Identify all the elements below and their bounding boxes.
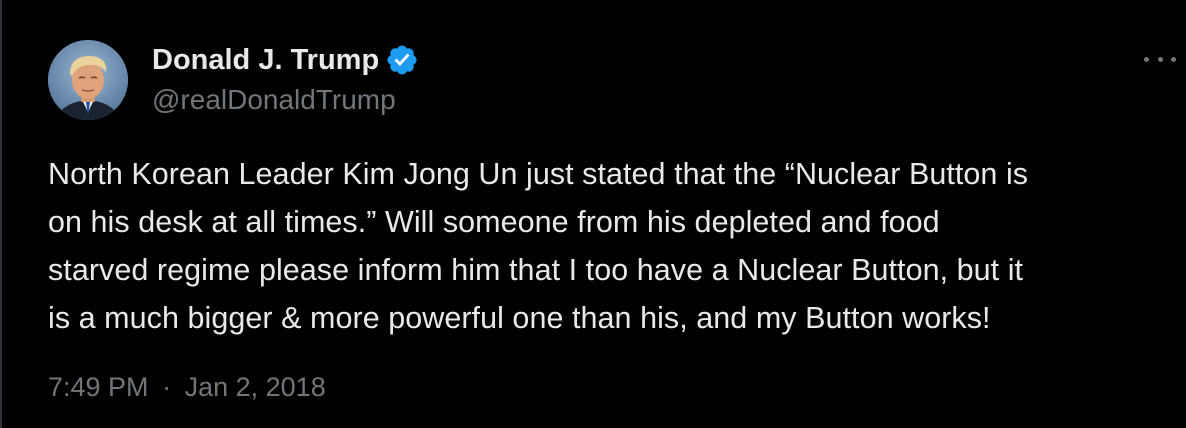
tweet-date[interactable]: Jan 2, 2018	[185, 372, 326, 402]
tweet-timestamp: 7:49 PM · Jan 2, 2018	[48, 372, 326, 403]
tweet-text: North Korean Leader Kim Jong Un just sta…	[48, 157, 1029, 335]
more-horizontal-icon[interactable]	[1140, 44, 1180, 74]
tweet-time[interactable]: 7:49 PM	[48, 372, 149, 402]
tweet-card: Donald J. Trump @realDonaldTrump North K…	[0, 0, 1186, 428]
more-dot	[1171, 56, 1176, 62]
more-dot	[1157, 56, 1163, 62]
author-name-row: Donald J. Trump	[152, 42, 419, 78]
author-display-name[interactable]: Donald J. Trump	[152, 44, 379, 77]
verified-badge-icon[interactable]	[385, 43, 419, 77]
author-handle[interactable]: @realDonaldTrump	[152, 84, 396, 116]
profile-photo-icon	[48, 40, 128, 120]
more-dot	[1144, 56, 1149, 62]
timestamp-separator: ·	[162, 372, 172, 402]
avatar[interactable]	[48, 40, 128, 120]
